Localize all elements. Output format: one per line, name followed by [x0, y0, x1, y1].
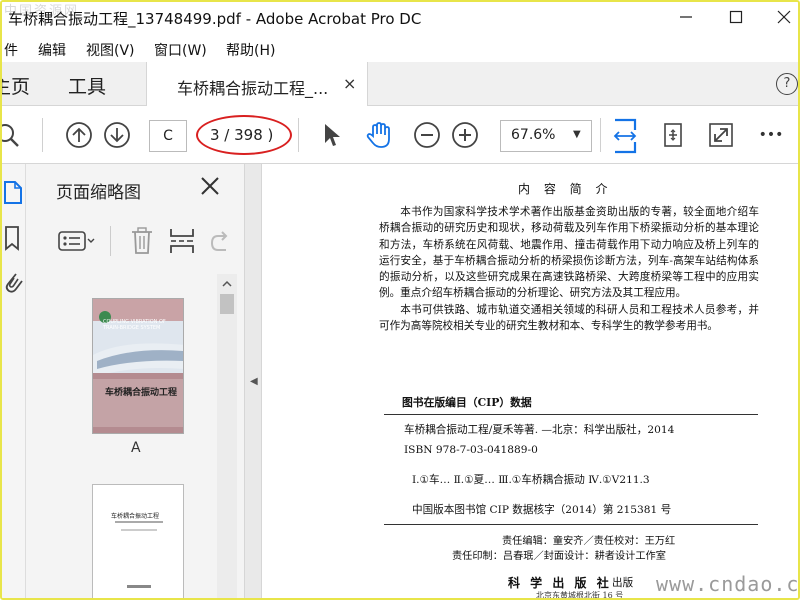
publisher-name: 科 学 出 版 社: [508, 576, 612, 590]
thumbnail-toolbar: [50, 224, 240, 258]
doc-heading: 内 容 简 介: [518, 182, 613, 196]
collapse-arrow-icon[interactable]: ◀: [250, 376, 258, 387]
thumbnail-cover-title: 车桥耦合振动工程: [111, 513, 160, 520]
annotation-highlight-oval: [196, 115, 292, 155]
close-window-button[interactable]: [762, 2, 798, 32]
tab-document[interactable]: 车桥耦合振动工程_... ×: [146, 62, 368, 106]
bookmarks-icon[interactable]: [2, 224, 24, 252]
attachments-icon[interactable]: [2, 268, 24, 296]
tab-close-icon[interactable]: ×: [343, 74, 356, 93]
menu-view[interactable]: 视图(V): [86, 40, 135, 60]
publisher-address: 北京东黄城根北街 16 号: [536, 591, 624, 600]
cip-line: ISBN 978-7-03-041889-0: [404, 444, 538, 456]
full-screen-icon[interactable]: [706, 120, 736, 150]
cip-line: Ⅰ.①车… Ⅱ.①夏… Ⅲ.①车桥耦合振动 Ⅳ.①V211.3: [412, 474, 650, 486]
maximize-icon: [729, 10, 743, 24]
thumbnail-cover-subtitle: COUPLING VIBRATION OF TRAIN-BRIDGE SYSTE…: [103, 319, 166, 331]
close-icon: [777, 10, 791, 24]
panel-title: 页面缩略图: [56, 183, 141, 203]
tab-home[interactable]: 主页: [2, 72, 30, 99]
publisher-suffix: 出版: [612, 577, 634, 589]
zoom-dropdown[interactable]: 67.6% ▼: [500, 120, 592, 152]
doc-summary: 本书作为国家科学技术学术著作出版基金资助出版的专著，较全面地介绍车桥耦合振动的研…: [379, 204, 759, 334]
help-icon[interactable]: ?: [776, 73, 798, 95]
divider: [384, 414, 758, 415]
toolbar-divider: [42, 118, 43, 152]
zoom-in-icon[interactable]: [450, 120, 480, 150]
page-thumbnail[interactable]: 车桥耦合振动工程: [92, 484, 184, 598]
toolbar-divider: [110, 226, 111, 256]
tab-bar: 主页 工具 车桥耦合振动工程_... × ?: [2, 62, 798, 106]
select-cursor-icon[interactable]: [316, 120, 346, 150]
close-panel-icon[interactable]: [198, 174, 222, 198]
thumbnail-text-line: [127, 585, 151, 588]
toolbar-divider: [298, 118, 299, 152]
undo-icon[interactable]: [208, 226, 232, 260]
page-thumbnails-icon[interactable]: [2, 178, 24, 206]
menu-edit[interactable]: 编辑: [38, 40, 66, 60]
doc-paragraph: 本书作为国家科学技术学术著作出版基金资助出版的专著，较全面地介绍车桥耦合振动的研…: [379, 206, 759, 300]
minimize-button[interactable]: [664, 2, 708, 32]
next-page-icon[interactable]: [102, 120, 132, 150]
thumbnail-text-line: [115, 521, 163, 523]
page-number-input[interactable]: C: [149, 120, 187, 152]
navigation-rail: [2, 164, 26, 598]
menu-window[interactable]: 窗口(W): [154, 40, 207, 60]
thumbnail-label: A: [131, 440, 141, 456]
scroll-up-icon[interactable]: [217, 276, 237, 292]
thumbnail-list[interactable]: COUPLING VIBRATION OF TRAIN-BRIDGE SYSTE…: [26, 272, 244, 598]
thumbnail-text-line: [121, 529, 157, 531]
thumbnail-cover-title: 车桥耦合振动工程: [105, 388, 178, 398]
search-icon[interactable]: [2, 120, 24, 150]
window-title: 车桥耦合振动工程_13748499.pdf - Adobe Acrobat Pr…: [8, 10, 422, 28]
page-thumbnail[interactable]: COUPLING VIBRATION OF TRAIN-BRIDGE SYSTE…: [92, 298, 184, 434]
site-watermark: www.cndao.com: [656, 572, 800, 596]
menu-help[interactable]: 帮助(H): [226, 40, 275, 60]
prev-page-icon[interactable]: [64, 120, 94, 150]
hand-tool-icon[interactable]: [364, 120, 394, 150]
thumbnail-panel: 页面缩略图 COUPLING VIBRATION OF TRAIN-BRIDGE…: [26, 164, 244, 598]
menu-file[interactable]: 件: [4, 40, 18, 60]
thumbnail-scrollbar[interactable]: [217, 274, 237, 598]
panel-splitter[interactable]: ◀: [244, 164, 262, 598]
doc-paragraph: 本书可供铁路、城市轨道交通相关领域的科研人员和工程技术人员参考，并可作为高等院校…: [379, 303, 759, 333]
scrollbar-thumb[interactable]: [220, 294, 234, 314]
delete-page-icon[interactable]: [128, 226, 156, 260]
zoom-out-icon[interactable]: [412, 120, 442, 150]
fit-width-icon[interactable]: [610, 118, 640, 154]
minimize-icon: [680, 16, 692, 18]
title-bar: 中国资源网 车桥耦合振动工程_13748499.pdf - Adobe Acro…: [2, 2, 798, 36]
toolbar-divider: [600, 118, 601, 152]
document-view[interactable]: 内 容 简 介 本书作为国家科学技术学术著作出版基金资助出版的专著，较全面地介绍…: [262, 164, 798, 600]
menu-bar: 件 编辑 视图(V) 窗口(W) 帮助(H): [2, 36, 798, 62]
cip-line: 车桥耦合振动工程/夏禾等著. —北京：科学出版社，2014: [404, 424, 675, 436]
cip-title: 图书在版编目（CIP）数据: [402, 396, 532, 409]
maximize-button[interactable]: [714, 2, 758, 32]
rotate-view-icon[interactable]: [658, 120, 688, 150]
extract-page-icon[interactable]: [168, 226, 196, 260]
toolbar: C 3 / 398 ) 67.6% ▼ •••: [2, 106, 798, 164]
chevron-down-icon: ▼: [573, 129, 581, 140]
tab-document-label: 车桥耦合振动工程_...: [177, 79, 329, 98]
responsibility-line: 责任印制：吕春珉／封面设计：耕者设计工作室: [452, 551, 666, 562]
more-tools-icon[interactable]: •••: [756, 120, 786, 150]
tab-tools[interactable]: 工具: [68, 72, 106, 99]
cip-line: 中国版本图书馆 CIP 数据核字（2014）第 215381 号: [412, 504, 672, 516]
thumbnail-options-icon[interactable]: [58, 228, 98, 258]
zoom-value: 67.6%: [511, 127, 556, 143]
responsibility-line: 责任编辑：童安齐／责任校对：王万红: [502, 536, 676, 547]
app-window: 中国资源网 车桥耦合振动工程_13748499.pdf - Adobe Acro…: [0, 0, 800, 600]
divider: [384, 524, 758, 525]
